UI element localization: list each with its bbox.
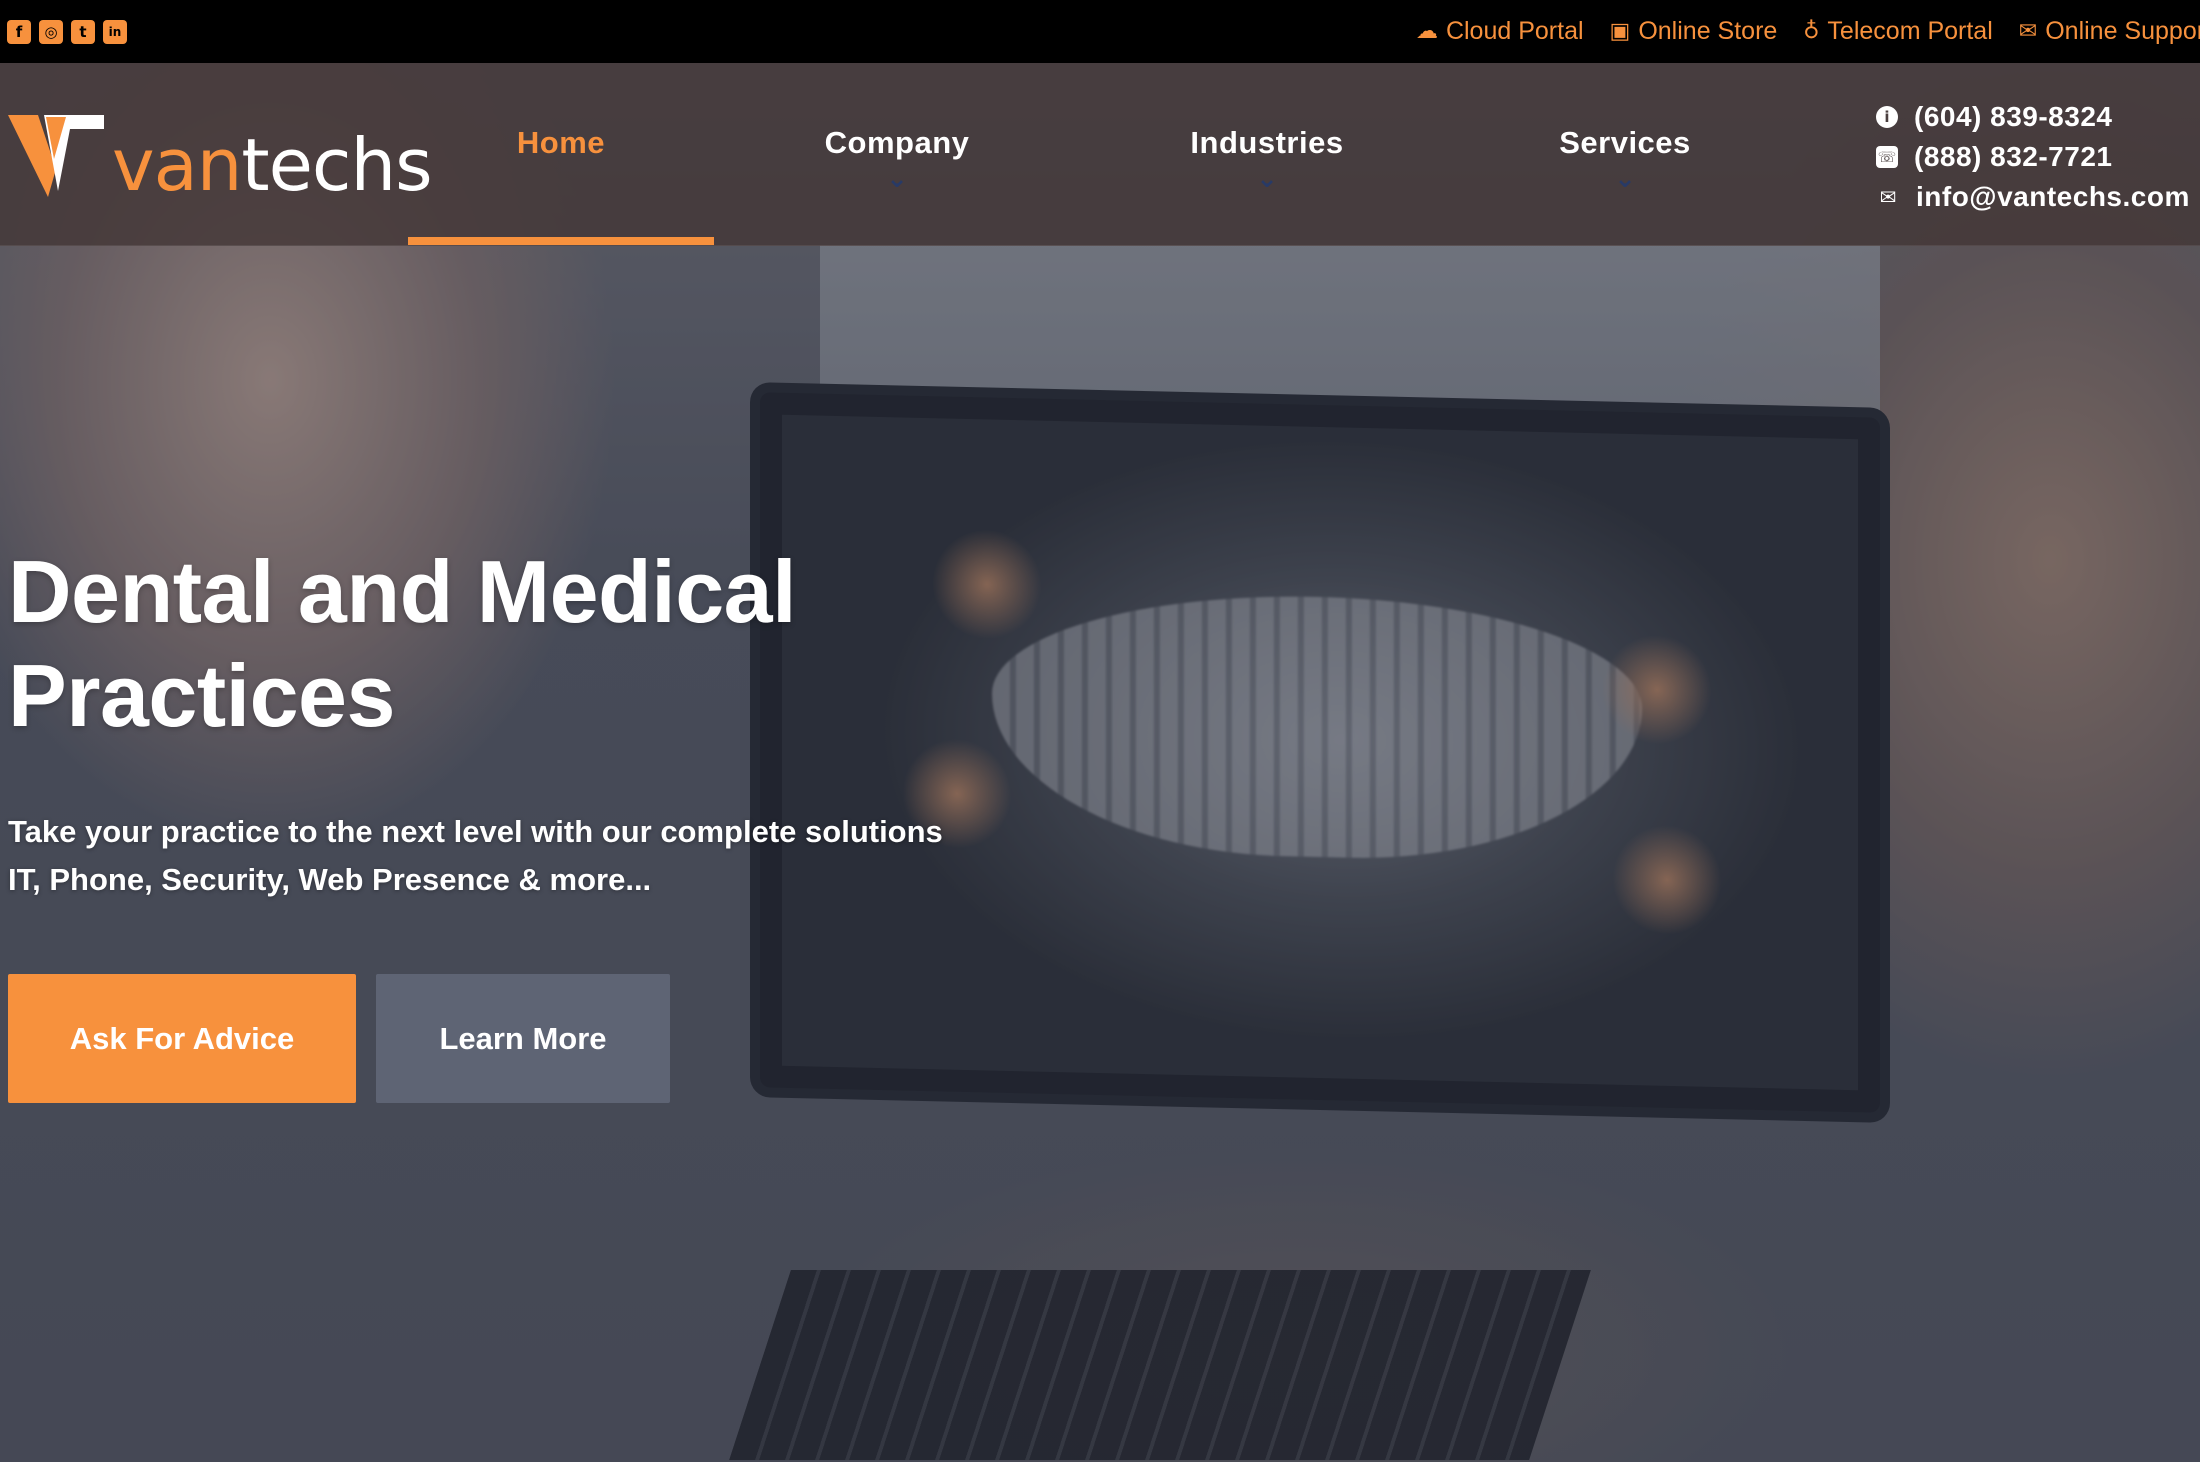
- nav-home[interactable]: Home: [408, 63, 714, 245]
- hero-title: Dental and Medical Practices: [8, 540, 1008, 748]
- top-bar: f ◎ t in ☁ Cloud Portal ▣ Online Store ♁…: [0, 0, 2200, 63]
- phone-icon: ☏: [1876, 146, 1898, 168]
- nav-industries-label: Industries: [1190, 125, 1344, 160]
- logo-mark-icon: [8, 115, 104, 197]
- online-store-link[interactable]: ▣ Online Store: [1610, 17, 1778, 46]
- contact-email[interactable]: ✉ info@vantechs.com: [1876, 177, 2190, 217]
- hero-title-line-1: Dental and Medical: [8, 542, 797, 641]
- ask-for-advice-button[interactable]: Ask For Advice: [8, 974, 356, 1103]
- chevron-down-icon: ⌄: [886, 164, 908, 194]
- contact-phone-1[interactable]: i (604) 839-8324: [1876, 97, 2190, 137]
- linkedin-icon[interactable]: in: [103, 19, 127, 44]
- logo-wordmark-part1: van: [112, 123, 242, 207]
- info-icon: i: [1876, 106, 1898, 128]
- hero-title-line-2: Practices: [8, 646, 395, 745]
- logo-wordmark-part2: techs: [241, 123, 432, 207]
- hero-subtitle: Take your practice to the next level wit…: [8, 808, 1108, 904]
- online-support-label: Online Support: [2045, 17, 2200, 45]
- online-support-link[interactable]: ✉ Online Support: [2019, 17, 2200, 46]
- telecom-portal-label: Telecom Portal: [1827, 17, 1993, 45]
- online-store-label: Online Store: [1638, 17, 1778, 45]
- store-icon: ▣: [1609, 19, 1631, 44]
- telecom-portal-link[interactable]: ♁ Telecom Portal: [1803, 17, 1992, 46]
- learn-more-button[interactable]: Learn More: [376, 974, 670, 1103]
- nav-company[interactable]: Company ⌄: [780, 63, 1014, 245]
- telecom-icon: ♁: [1803, 19, 1820, 44]
- vantechs-logo[interactable]: vantechs: [8, 111, 433, 201]
- chevron-down-icon: ⌄: [1614, 164, 1636, 194]
- nav-services-label: Services: [1559, 125, 1691, 160]
- logo-wordmark: vantechs: [112, 129, 433, 201]
- cloud-portal-label: Cloud Portal: [1445, 17, 1584, 45]
- hero-subtitle-line-2: IT, Phone, Security, Web Presence & more…: [8, 862, 652, 897]
- envelope-icon: ✉: [1879, 185, 1897, 209]
- contact-phone-2[interactable]: ☏ (888) 832-7721: [1876, 137, 2190, 177]
- hero-subtitle-line-1: Take your practice to the next level wit…: [8, 814, 943, 849]
- chevron-down-icon: ⌄: [1256, 164, 1278, 194]
- support-chat-icon: ✉: [2018, 19, 2038, 44]
- twitter-icon[interactable]: t: [71, 19, 95, 44]
- phone-1-text: (604) 839-8324: [1914, 101, 2113, 132]
- instagram-icon[interactable]: ◎: [39, 19, 63, 44]
- phone-2-text: (888) 832-7721: [1914, 141, 2113, 172]
- contact-info: i (604) 839-8324 ☏ (888) 832-7721 ✉ info…: [1876, 97, 2190, 217]
- portal-links: ☁ Cloud Portal ▣ Online Store ♁ Telecom …: [1416, 17, 2200, 46]
- nav-company-label: Company: [824, 125, 970, 160]
- nav-services[interactable]: Services ⌄: [1508, 63, 1742, 245]
- nav-active-indicator: [408, 237, 714, 245]
- email-text: info@vantechs.com: [1916, 181, 2190, 212]
- cloud-icon: ☁: [1415, 19, 1438, 44]
- facebook-icon[interactable]: f: [7, 19, 31, 44]
- social-links: f ◎ t in: [7, 19, 127, 44]
- cloud-portal-link[interactable]: ☁ Cloud Portal: [1416, 17, 1584, 46]
- nav-home-label: Home: [516, 125, 606, 160]
- nav-industries[interactable]: Industries ⌄: [1150, 63, 1384, 245]
- site-header: vantechs Home Company ⌄ Industries ⌄ Ser…: [0, 63, 2200, 246]
